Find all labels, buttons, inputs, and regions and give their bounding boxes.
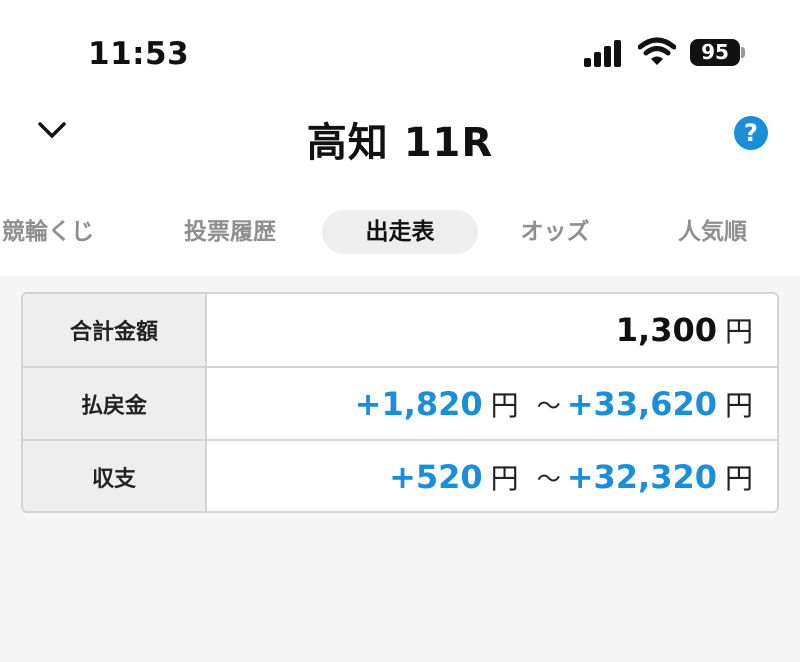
total-amount-label: 合計金額 <box>23 294 207 366</box>
tab-keirin-kuji[interactable]: 競輪くじ <box>0 210 118 254</box>
help-icon[interactable]: ? <box>734 116 768 150</box>
payout-value: +1,820 円 ～ +33,620 円 <box>207 368 777 439</box>
total-amount: 1,300 <box>615 311 717 349</box>
balance-row: 収支 +520 円 ～ +32,320 円 <box>23 439 777 511</box>
tab-race-card[interactable]: 出走表 <box>322 210 478 254</box>
total-amount-row: 合計金額 1,300 円 <box>23 294 777 366</box>
total-amount-value: 1,300 円 <box>207 294 777 366</box>
wifi-icon <box>638 37 676 65</box>
balance-max-unit: 円 <box>724 461 753 495</box>
payout-min: +1,820 <box>354 384 483 423</box>
cellular-signal-icon <box>584 39 624 67</box>
total-amount-unit: 円 <box>724 315 753 348</box>
payout-row: 払戻金 +1,820 円 ～ +33,620 円 <box>23 366 777 439</box>
battery-icon: 95 <box>690 39 740 66</box>
balance-max: +32,320 <box>566 457 717 496</box>
balance-min-unit: 円 <box>490 461 519 495</box>
balance-value: +520 円 ～ +32,320 円 <box>207 441 777 511</box>
tab-popularity[interactable]: 人気順 <box>655 210 770 254</box>
tab-vote-history[interactable]: 投票履歴 <box>165 210 295 254</box>
payout-label: 払戻金 <box>23 368 207 439</box>
battery-cap <box>741 47 745 58</box>
balance-range-tilde: ～ <box>536 465 561 493</box>
payout-min-unit: 円 <box>490 388 519 422</box>
tab-odds[interactable]: オッズ <box>500 210 610 254</box>
balance-min: +520 <box>389 457 483 496</box>
payout-range-tilde: ～ <box>536 392 561 420</box>
payout-max-unit: 円 <box>724 388 753 422</box>
top-panel: 11:53 95 高知 11R ? 競輪くじ 投票履歴 出走表 オッズ 人気順 <box>0 0 800 276</box>
status-time: 11:53 <box>88 36 190 72</box>
balance-label: 収支 <box>23 441 207 511</box>
payout-max: +33,620 <box>566 384 717 423</box>
page-title: 高知 11R <box>306 120 494 166</box>
chevron-down-icon[interactable] <box>36 118 68 142</box>
bet-summary-table: 合計金額 1,300 円 払戻金 +1,820 円 ～ +33,620 円 収支… <box>21 292 779 513</box>
